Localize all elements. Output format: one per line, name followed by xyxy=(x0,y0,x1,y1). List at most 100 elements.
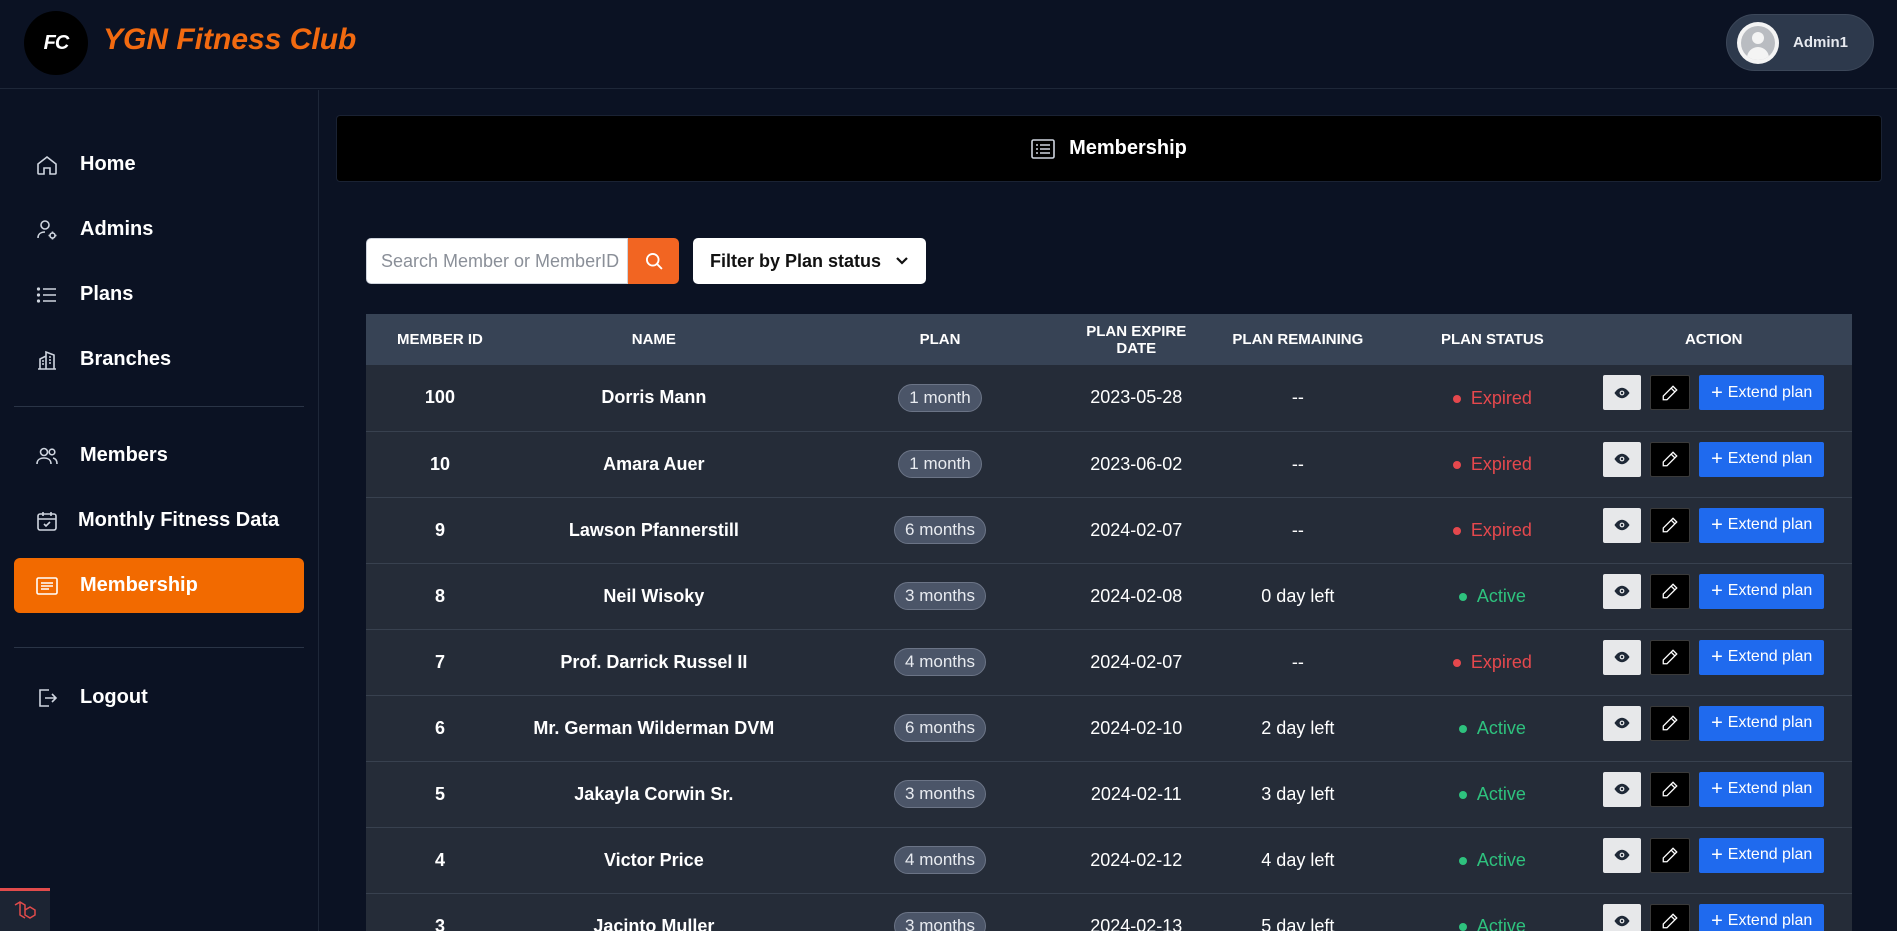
edit-button[interactable] xyxy=(1650,705,1691,741)
user-name: Admin1 xyxy=(1793,34,1849,51)
edit-button[interactable] xyxy=(1650,441,1691,477)
column-header[interactable]: PLAN xyxy=(794,314,1086,365)
sidebar-item-membership[interactable]: Membership xyxy=(14,558,304,613)
edit-button[interactable] xyxy=(1650,639,1691,675)
view-button[interactable] xyxy=(1603,375,1642,411)
plan-cell: 1 month xyxy=(794,365,1086,431)
member-id-cell: 100 xyxy=(424,387,455,408)
status-dot-icon xyxy=(1452,526,1461,535)
extend-plan-label: Extend plan xyxy=(1727,383,1813,401)
status-badge: Active xyxy=(1458,916,1526,931)
status-label: Active xyxy=(1476,586,1526,607)
page-header: Membership xyxy=(336,115,1882,182)
action-cell: + Extend plan xyxy=(1575,497,1852,563)
view-button[interactable] xyxy=(1603,837,1642,873)
row-actions: + Extend plan xyxy=(1575,639,1852,675)
member-name-cell: Dorris Mann xyxy=(601,387,707,408)
status-dot-icon xyxy=(1458,592,1467,601)
sidebar-item-label: Plans xyxy=(80,283,134,305)
extend-plan-button[interactable]: + Extend plan xyxy=(1699,441,1825,477)
sidebar-divider xyxy=(14,647,304,648)
plan-badge: 6 months xyxy=(894,714,986,742)
sidebar-item-home[interactable]: Home xyxy=(14,137,304,192)
plan-badge: 3 months xyxy=(894,780,986,808)
status-cell: Active xyxy=(1409,827,1575,893)
extend-plan-button[interactable]: + Extend plan xyxy=(1699,507,1825,543)
row-actions: + Extend plan xyxy=(1575,441,1852,477)
sidebar-item-monthly-fitness-data[interactable]: Monthly Fitness Data xyxy=(14,493,304,548)
pencil-icon xyxy=(1662,583,1678,599)
member-id-cell: 3 xyxy=(434,915,445,931)
sidebar-item-branches[interactable]: Branches xyxy=(14,332,304,387)
edit-button[interactable] xyxy=(1650,903,1691,931)
edit-button[interactable] xyxy=(1650,771,1691,807)
user-menu[interactable]: Admin1 xyxy=(1726,14,1874,71)
laravel-debug-icon[interactable] xyxy=(0,888,50,931)
column-header[interactable]: NAME xyxy=(514,314,794,365)
view-button[interactable] xyxy=(1603,573,1642,609)
status-dot-icon xyxy=(1458,790,1467,799)
extend-plan-button[interactable]: + Extend plan xyxy=(1699,639,1825,675)
action-cell: + Extend plan xyxy=(1575,893,1852,931)
extend-plan-button[interactable]: + Extend plan xyxy=(1699,771,1825,807)
logo[interactable]: FC xyxy=(24,11,88,75)
plus-icon: + xyxy=(1711,646,1723,668)
member-id-cell: 6 xyxy=(434,717,445,738)
member-name-cell: Lawson Pfannerstill xyxy=(568,519,739,540)
column-header[interactable]: PLAN STATUS xyxy=(1409,314,1575,365)
member-name-cell: Jacinto Muller xyxy=(593,915,715,931)
status-cell: Active xyxy=(1409,893,1575,931)
sidebar-item-logout[interactable]: Logout xyxy=(14,670,304,725)
column-header[interactable]: PLAN REMAINING xyxy=(1186,314,1409,365)
edit-button[interactable] xyxy=(1650,837,1691,873)
search-input[interactable] xyxy=(366,238,628,284)
extend-plan-button[interactable]: + Extend plan xyxy=(1699,837,1825,873)
remaining-cell: -- xyxy=(1291,651,1304,672)
brand-title[interactable]: YGN Fitness Club xyxy=(103,23,356,57)
table-row: 7 Prof. Darrick Russel II 4 months 2024-02-… xyxy=(366,629,1852,695)
view-button[interactable] xyxy=(1603,441,1642,477)
status-label: Expired xyxy=(1470,520,1532,541)
plan-cell: 6 months xyxy=(794,497,1086,563)
view-button[interactable] xyxy=(1603,705,1642,741)
edit-button[interactable] xyxy=(1650,507,1691,543)
pencil-icon xyxy=(1662,649,1678,665)
column-header[interactable]: PLAN EXPIRE DATE xyxy=(1086,314,1186,365)
plus-icon: + xyxy=(1711,381,1723,404)
sidebar-item-members[interactable]: Members xyxy=(14,428,304,483)
remaining-cell: 4 day left xyxy=(1261,849,1335,870)
remaining-cell: -- xyxy=(1291,453,1304,474)
view-button[interactable] xyxy=(1603,771,1642,807)
search-button[interactable] xyxy=(628,238,679,284)
table-row: 4 Victor Price 4 months 2024-02-12 4 day lef… xyxy=(366,827,1852,893)
eye-icon xyxy=(1614,519,1630,531)
view-button[interactable] xyxy=(1603,903,1642,931)
extend-plan-button[interactable]: + Extend plan xyxy=(1699,705,1825,741)
pencil-icon xyxy=(1662,517,1678,533)
status-badge: Expired xyxy=(1452,652,1532,673)
column-header[interactable]: ACTION xyxy=(1575,314,1852,365)
extend-plan-button[interactable]: + Extend plan xyxy=(1699,573,1825,609)
sidebar-item-plans[interactable]: Plans xyxy=(14,267,304,322)
member-name-cell: Victor Price xyxy=(603,849,704,870)
column-header[interactable]: MEMBER ID xyxy=(366,314,514,365)
sidebar-item-label: Branches xyxy=(80,348,172,370)
status-badge: Active xyxy=(1458,718,1526,739)
card-list-icon xyxy=(34,573,60,599)
edit-button[interactable] xyxy=(1650,573,1691,609)
view-button[interactable] xyxy=(1603,507,1642,543)
status-dot-icon xyxy=(1452,460,1461,469)
sidebar-item-admins[interactable]: Admins xyxy=(14,202,304,257)
users-icon xyxy=(34,443,60,469)
page-title: Membership xyxy=(1069,137,1187,159)
expire-date-cell: 2024-02-08 xyxy=(1090,585,1183,606)
extend-plan-button[interactable]: + Extend plan xyxy=(1699,903,1825,931)
extend-plan-button[interactable]: + Extend plan xyxy=(1699,375,1825,411)
filter-plan-status-dropdown[interactable]: Filter by Plan status xyxy=(693,238,926,284)
row-actions: + Extend plan xyxy=(1575,507,1852,543)
view-button[interactable] xyxy=(1603,639,1642,675)
edit-button[interactable] xyxy=(1650,375,1691,411)
status-cell: Active xyxy=(1409,563,1575,629)
sidebar-item-label: Home xyxy=(80,153,136,175)
eye-icon xyxy=(1614,585,1630,597)
